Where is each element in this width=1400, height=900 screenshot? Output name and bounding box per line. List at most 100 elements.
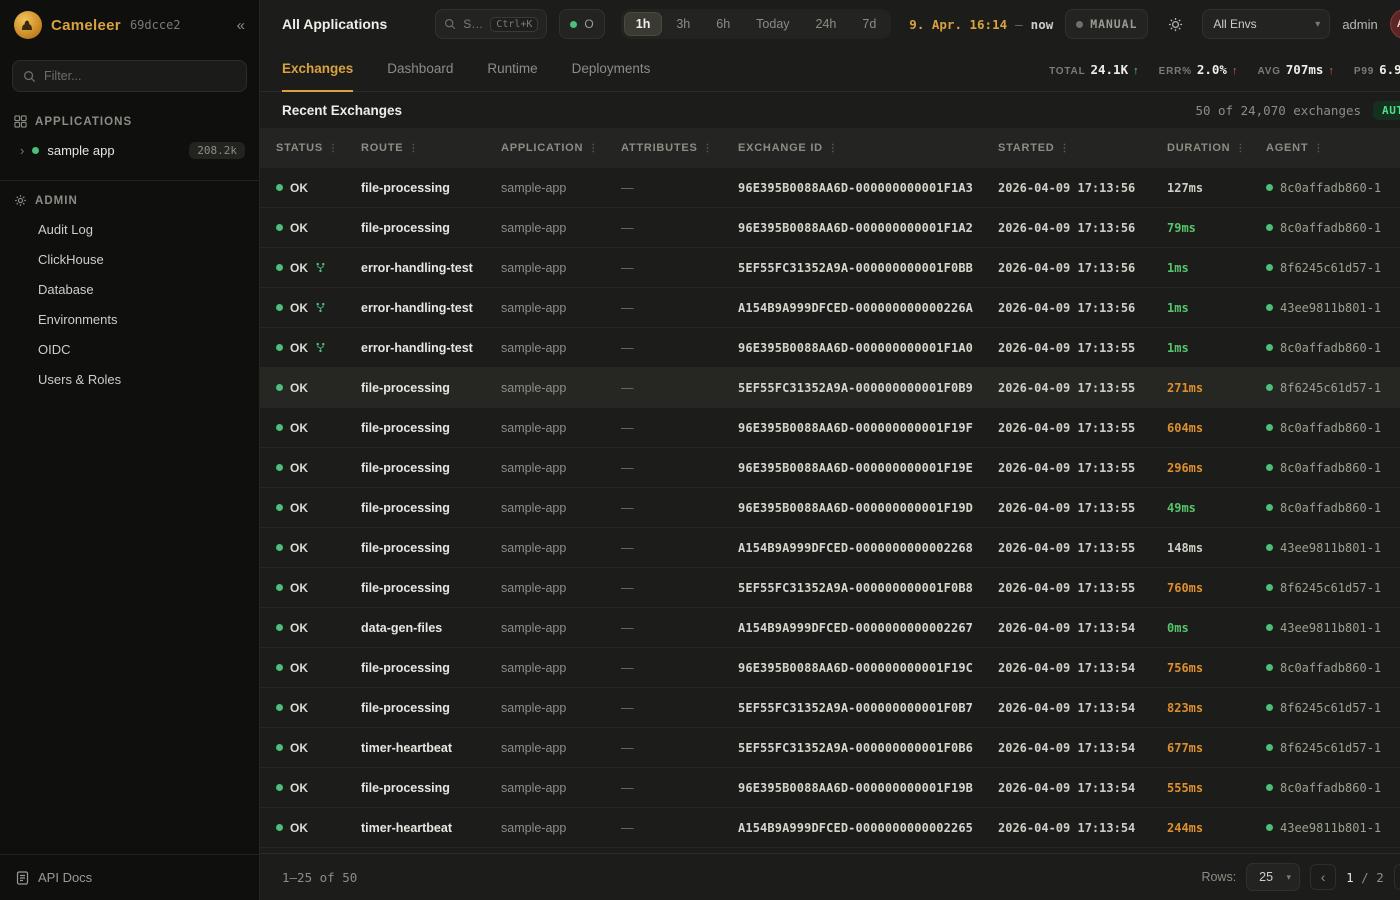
refresh-mode-button[interactable]: MANUAL — [1065, 9, 1148, 39]
col-status[interactable]: STATUS⋮ — [276, 142, 361, 154]
table-row[interactable]: OK file-processing sample-app — 5EF55FC3… — [260, 368, 1400, 408]
route-cell: file-processing — [361, 461, 501, 475]
exchange-id-cell: 96E395B0088AA6D-000000000001F19E — [738, 461, 998, 475]
table-row[interactable]: OK data-gen-files sample-app — A154B9A99… — [260, 608, 1400, 648]
table-row[interactable]: OK file-processing sample-app — 96E395B0… — [260, 448, 1400, 488]
attributes-cell: — — [621, 341, 738, 355]
col-started[interactable]: STARTED⋮ — [998, 142, 1167, 154]
agent-status-dot — [1266, 464, 1273, 471]
time-window-display[interactable]: 9. Apr. 16:14 – now — [909, 17, 1053, 32]
agent-status-dot — [1266, 424, 1273, 431]
route-cell: file-processing — [361, 701, 501, 715]
table-row[interactable]: OK file-processing sample-app — 96E395B0… — [260, 488, 1400, 528]
col-agent[interactable]: AGENT⋮ — [1266, 142, 1400, 154]
table-row[interactable]: OK error-handling-test sample-app — A154… — [260, 288, 1400, 328]
online-label: O — [584, 17, 593, 31]
duration-cell: 0ms — [1167, 621, 1266, 635]
col-label: ATTRIBUTES — [621, 142, 698, 154]
sidebar-collapse-icon[interactable]: « — [237, 17, 245, 34]
expand-chevron-icon[interactable]: › — [20, 143, 24, 158]
rows-per-page-select[interactable]: 25 ▾ — [1246, 863, 1300, 891]
global-search[interactable]: S… Ctrl+K — [435, 9, 547, 39]
table-row[interactable]: OK error-handling-test sample-app — 5EF5… — [260, 248, 1400, 288]
status-ok-dot — [276, 584, 283, 591]
page-indicator: 1 / 2 — [1346, 870, 1384, 885]
table-row[interactable]: OK timer-heartbeat sample-app — 5EF55FC3… — [260, 728, 1400, 768]
agent-status-dot — [1266, 264, 1273, 271]
auto-refresh-badge[interactable]: AUTO — [1373, 101, 1400, 120]
sort-icon: ⋮ — [1235, 143, 1246, 154]
table-row[interactable]: OK file-processing sample-app — 96E395B0… — [260, 208, 1400, 248]
tab-dashboard[interactable]: Dashboard — [387, 48, 453, 92]
application-cell: sample-app — [501, 821, 621, 835]
time-range-today[interactable]: Today — [744, 12, 801, 36]
table-row[interactable]: OK file-processing sample-app — 96E395B0… — [260, 408, 1400, 448]
environment-select[interactable]: All Envs ▾ — [1202, 9, 1330, 39]
agent-status-dot — [1266, 304, 1273, 311]
table-row[interactable]: OK file-processing sample-app — 96E395B0… — [260, 168, 1400, 208]
status-cell: OK — [276, 741, 361, 755]
online-indicator[interactable]: O — [559, 9, 604, 39]
attributes-cell: — — [621, 181, 738, 195]
avatar[interactable]: AD — [1390, 9, 1400, 39]
sidebar-item-users-roles[interactable]: Users & Roles — [0, 364, 259, 394]
sidebar-item-oidc[interactable]: OIDC — [0, 334, 259, 364]
table-row[interactable]: OK file-processing sample-app — A154B9A9… — [260, 528, 1400, 568]
status-cell: OK — [276, 621, 361, 635]
filter-input[interactable] — [44, 69, 236, 83]
started-cell: 2026-04-09 17:13:55 — [998, 421, 1167, 435]
sidebar-item-environments[interactable]: Environments — [0, 304, 259, 334]
cameleer-logo-icon — [14, 11, 42, 39]
pagination-range: 1–25 of 50 — [282, 870, 357, 885]
next-page-button[interactable]: › — [1394, 864, 1400, 890]
duration-cell: 148ms — [1167, 541, 1266, 555]
duration-cell: 1ms — [1167, 341, 1266, 355]
trend-up-icon: ↑ — [1232, 65, 1238, 77]
time-range-24h[interactable]: 24h — [804, 12, 849, 36]
document-icon — [16, 871, 29, 885]
theme-toggle-button[interactable] — [1160, 9, 1190, 39]
time-range-7d[interactable]: 7d — [850, 12, 888, 36]
tab-exchanges[interactable]: Exchanges — [282, 48, 353, 92]
sidebar-item-database[interactable]: Database — [0, 274, 259, 304]
tab-runtime[interactable]: Runtime — [487, 48, 537, 92]
route-cell: file-processing — [361, 501, 501, 515]
rows-per-page-value: 25 — [1259, 870, 1273, 884]
table-row[interactable]: OK file-processing sample-app — 5EF55FC3… — [260, 568, 1400, 608]
col-label: APPLICATION — [501, 142, 583, 154]
table-row[interactable]: OK error-handling-test sample-app — 96E3… — [260, 328, 1400, 368]
table-row[interactable]: OK file-processing sample-app — 96E395B0… — [260, 648, 1400, 688]
sidebar-item-audit-log[interactable]: Audit Log — [0, 214, 259, 244]
route-cell: error-handling-test — [361, 301, 501, 315]
col-attributes[interactable]: ATTRIBUTES⋮ — [621, 142, 738, 154]
table-row[interactable]: OK timer-heartbeat sample-app — A154B9A9… — [260, 808, 1400, 848]
toolbar-right: 50 of 24,070 exchanges AUTO — [1195, 101, 1400, 120]
attributes-cell: — — [621, 261, 738, 275]
sidebar-filter[interactable] — [12, 60, 247, 92]
agent-id: 8c0affadb860-1 — [1280, 661, 1381, 675]
agent-cell: 8f6245c61d57-1 — [1266, 741, 1400, 755]
prev-page-button[interactable]: ‹ — [1310, 864, 1336, 890]
status-ok-dot — [276, 704, 283, 711]
table-row[interactable]: OK file-processing sample-app — 5EF55FC3… — [260, 688, 1400, 728]
exchange-id-cell: 5EF55FC31352A9A-000000000001F0B9 — [738, 381, 998, 395]
agent-id: 43ee9811b801-1 — [1280, 541, 1381, 555]
tab-deployments[interactable]: Deployments — [572, 48, 651, 92]
status-cell: OK — [276, 461, 361, 475]
sidebar-item-sample-app[interactable]: › sample app 208.2k — [0, 135, 259, 166]
agent-cell: 8c0affadb860-1 — [1266, 221, 1400, 235]
table-row[interactable]: OK file-processing sample-app — 96E395B0… — [260, 768, 1400, 808]
time-range-6h[interactable]: 6h — [704, 12, 742, 36]
time-range-1h[interactable]: 1h — [624, 12, 663, 36]
col-route[interactable]: ROUTE⋮ — [361, 142, 501, 154]
sidebar-item-clickhouse[interactable]: ClickHouse — [0, 244, 259, 274]
refresh-mode-dot — [1076, 21, 1083, 28]
applications-section-label: APPLICATIONS — [35, 116, 132, 128]
col-exchange-id[interactable]: EXCHANGE ID⋮ — [738, 142, 998, 154]
time-range-3h[interactable]: 3h — [664, 12, 702, 36]
table-footer: 1–25 of 50 Rows: 25 ▾ ‹ 1 / 2 › — [260, 853, 1400, 900]
col-application[interactable]: APPLICATION⋮ — [501, 142, 621, 154]
api-docs-link[interactable]: API Docs — [0, 854, 259, 900]
status-ok-dot — [276, 504, 283, 511]
col-duration[interactable]: DURATION⋮ — [1167, 142, 1266, 154]
